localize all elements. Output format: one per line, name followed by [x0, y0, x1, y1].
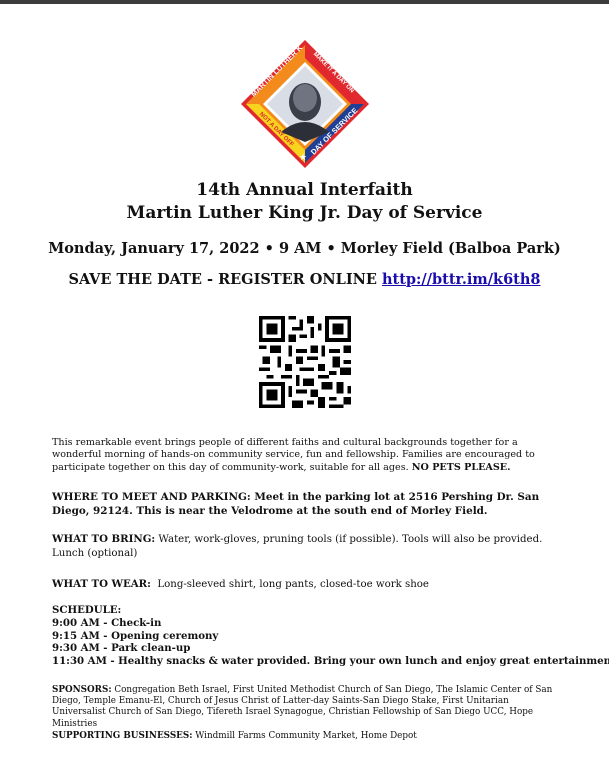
- save-the-date-text: SAVE THE DATE - REGISTER ONLINE: [68, 271, 382, 288]
- what-to-bring-paragraph: WHAT TO BRING: Water, work-gloves, pruni…: [52, 532, 557, 561]
- supporting-businesses-paragraph: SUPPORTING BUSINESSES: Windmill Farms Co…: [52, 731, 557, 742]
- what-to-wear-paragraph: WHAT TO WEAR: Long-sleeved shirt, long p…: [52, 577, 557, 592]
- sponsors-label: SPONSORS:: [52, 685, 112, 695]
- schedule-label: SCHEDULE:: [52, 604, 122, 616]
- sponsors-text: Congregation Beth Israel, First United M…: [52, 685, 553, 729]
- mlk-day-logo: MARTIN LUTHER KING JR. MAKE IT A DAY ON …: [241, 40, 369, 168]
- qr-code-icon: [259, 316, 351, 408]
- schedule-section: SCHEDULE: 9:00 AM - Check-in 9:15 AM - O…: [52, 604, 609, 668]
- meeting-parking-paragraph: WHERE TO MEET AND PARKING: Meet in the p…: [52, 491, 540, 517]
- no-pets-note: NO PETS PLEASE.: [411, 461, 511, 473]
- schedule-item: 11:30 AM - Healthy snacks & water provid…: [52, 655, 609, 668]
- supporting-businesses-text: Windmill Farms Community Market, Home De…: [192, 731, 417, 741]
- what-to-wear-label: WHAT TO WEAR:: [52, 578, 151, 590]
- svg-text:★: ★: [299, 153, 307, 163]
- window-top-bar: [0, 0, 609, 4]
- schedule-item: 9:15 AM - Opening ceremony: [52, 629, 219, 642]
- event-date-line: Monday, January 17, 2022 • 9 AM • Morley…: [48, 240, 561, 257]
- sponsors-paragraph: SPONSORS: Congregation Beth Israel, Firs…: [52, 685, 557, 730]
- register-link[interactable]: http://bttr.im/k6th8: [382, 271, 541, 288]
- save-the-date-line: SAVE THE DATE - REGISTER ONLINE http://b…: [0, 271, 609, 288]
- schedule-item: 9:30 AM - Park clean-up: [52, 642, 191, 655]
- what-to-wear-text: Long-sleeved shirt, long pants, closed-t…: [150, 579, 429, 590]
- schedule-item: 9:00 AM - Check-in: [52, 616, 162, 629]
- supporting-businesses-label: SUPPORTING BUSINESSES:: [52, 731, 193, 741]
- intro-paragraph: This remarkable event brings people of d…: [52, 437, 557, 474]
- event-title-line1: 14th Annual Interfaith: [196, 180, 413, 200]
- what-to-bring-label: WHAT TO BRING:: [52, 533, 156, 545]
- event-title-line2: Martin Luther King Jr. Day of Service: [126, 203, 483, 223]
